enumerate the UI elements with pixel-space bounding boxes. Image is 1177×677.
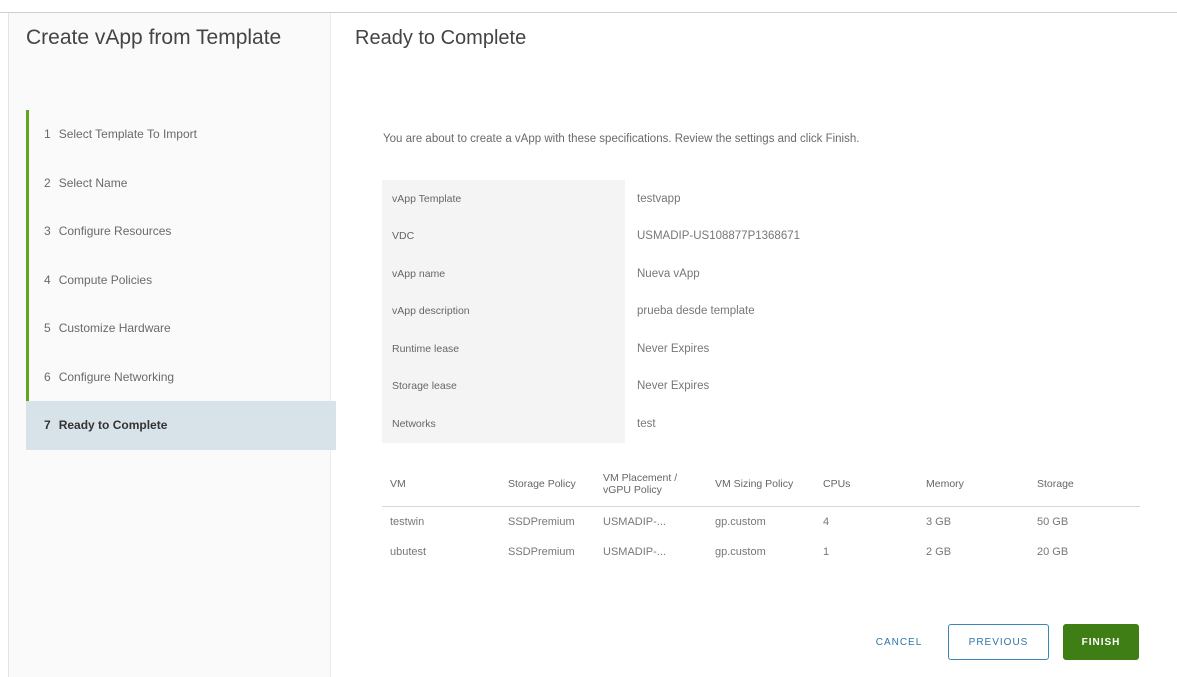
cell-vm: testwin xyxy=(390,516,425,528)
cell-vm: ubutest xyxy=(390,546,427,558)
column-header-storage: Storage xyxy=(1029,462,1140,507)
cell-memory: 2 GB xyxy=(926,546,952,558)
spec-row: VDC USMADIP-US108877P1368671 xyxy=(382,217,942,255)
step-select-template[interactable]: 1 Select Template To Import xyxy=(26,110,326,159)
step-number: 6 xyxy=(44,369,51,384)
spec-key: VDC xyxy=(382,217,625,255)
spec-key: Storage lease xyxy=(382,367,625,405)
step-label: Ready to Complete xyxy=(58,418,168,433)
previous-button[interactable]: PREVIOUS xyxy=(948,624,1049,660)
spec-value: USMADIP-US108877P1368671 xyxy=(637,230,801,243)
step-number: 2 xyxy=(44,175,51,190)
step-configure-networking[interactable]: 6 Configure Networking xyxy=(26,352,326,401)
spec-row: vApp name Nueva vApp xyxy=(382,255,942,293)
cell-cpus: 4 xyxy=(823,516,830,528)
column-header-storage-policy: Storage Policy xyxy=(500,462,595,507)
step-customize-hardware[interactable]: 5 Customize Hardware xyxy=(26,304,326,353)
step-complete-indicator xyxy=(26,158,29,207)
spec-key: vApp name xyxy=(382,255,625,293)
spec-row: Runtime lease Never Expires xyxy=(382,330,942,368)
cell-storage-policy: SSDPremium xyxy=(508,546,575,558)
step-number: 1 xyxy=(44,127,51,142)
intro-text: You are about to create a vApp with thes… xyxy=(383,133,860,145)
step-select-name[interactable]: 2 Select Name xyxy=(26,158,326,207)
step-number: 5 xyxy=(44,321,51,336)
spec-value: Never Expires xyxy=(637,342,710,355)
main-content: Ready to Complete xyxy=(355,25,1155,51)
step-complete-indicator xyxy=(26,352,29,401)
cell-sizing-policy: gp.custom xyxy=(715,546,766,558)
vm-table: VM Storage Policy VM Placement / vGPU Po… xyxy=(382,462,1140,567)
step-complete-indicator xyxy=(26,110,29,159)
top-border xyxy=(0,0,1177,13)
spec-row: Storage lease Never Expires xyxy=(382,367,942,405)
step-number: 4 xyxy=(44,272,51,287)
spec-value: Never Expires xyxy=(637,380,710,393)
column-header-cpus: CPUs xyxy=(815,462,918,507)
spec-table: vApp Template testvapp VDC USMADIP-US108… xyxy=(382,180,942,443)
spec-row: Networks test xyxy=(382,405,942,443)
cell-placement-policy: USMADIP-... xyxy=(603,546,666,558)
cell-storage: 50 GB xyxy=(1037,516,1069,528)
spec-key: vApp description xyxy=(382,292,625,330)
step-complete-indicator xyxy=(26,255,29,304)
finish-button[interactable]: FINISH xyxy=(1063,624,1139,660)
step-label: Customize Hardware xyxy=(58,321,171,336)
spec-value: testvapp xyxy=(637,192,681,205)
step-label: Compute Policies xyxy=(58,272,153,287)
step-label: Configure Networking xyxy=(58,369,175,384)
step-label: Select Name xyxy=(58,175,128,190)
spec-row: vApp Template testvapp xyxy=(382,180,942,218)
step-configure-resources[interactable]: 3 Configure Resources xyxy=(26,207,326,256)
cell-placement-policy: USMADIP-... xyxy=(603,516,666,528)
column-header-placement-policy: VM Placement / vGPU Policy xyxy=(595,462,707,507)
spec-row: vApp description prueba desde template xyxy=(382,292,942,330)
step-number: 3 xyxy=(44,224,51,239)
table-row: ubutest SSDPremium USMADIP-... gp.custom… xyxy=(382,537,1140,567)
cell-sizing-policy: gp.custom xyxy=(715,516,766,528)
column-header-sizing-policy: VM Sizing Policy xyxy=(707,462,815,507)
spec-key: vApp Template xyxy=(382,180,625,218)
cell-storage: 20 GB xyxy=(1037,546,1069,558)
step-complete-indicator xyxy=(26,207,29,256)
column-header-memory: Memory xyxy=(918,462,1029,507)
spec-value: Nueva vApp xyxy=(637,267,700,280)
step-complete-indicator xyxy=(26,304,29,353)
step-number: 7 xyxy=(44,418,51,433)
spec-key: Networks xyxy=(382,405,625,443)
spec-value: test xyxy=(637,417,656,430)
cell-cpus: 1 xyxy=(823,546,830,558)
cell-storage-policy: SSDPremium xyxy=(508,516,575,528)
step-ready-to-complete[interactable]: 7 Ready to Complete xyxy=(26,401,336,450)
step-label: Select Template To Import xyxy=(58,127,197,142)
wizard-footer: CANCEL PREVIOUS FINISH xyxy=(864,624,1139,660)
spec-key: Runtime lease xyxy=(382,330,625,368)
spec-value: prueba desde template xyxy=(637,305,755,318)
cancel-button[interactable]: CANCEL xyxy=(864,624,934,660)
cell-memory: 3 GB xyxy=(926,516,952,528)
step-compute-policies[interactable]: 4 Compute Policies xyxy=(26,255,326,304)
table-row: testwin SSDPremium USMADIP-... gp.custom… xyxy=(382,507,1140,538)
step-label: Configure Resources xyxy=(58,224,172,239)
wizard-title: Create vApp from Template xyxy=(26,26,282,49)
wizard-steps: 1 Select Template To Import 2 Select Nam… xyxy=(26,110,336,450)
column-header-vm: VM xyxy=(382,462,500,507)
vm-table-header-row: VM Storage Policy VM Placement / vGPU Po… xyxy=(382,462,1140,507)
page-title: Ready to Complete xyxy=(355,27,527,49)
